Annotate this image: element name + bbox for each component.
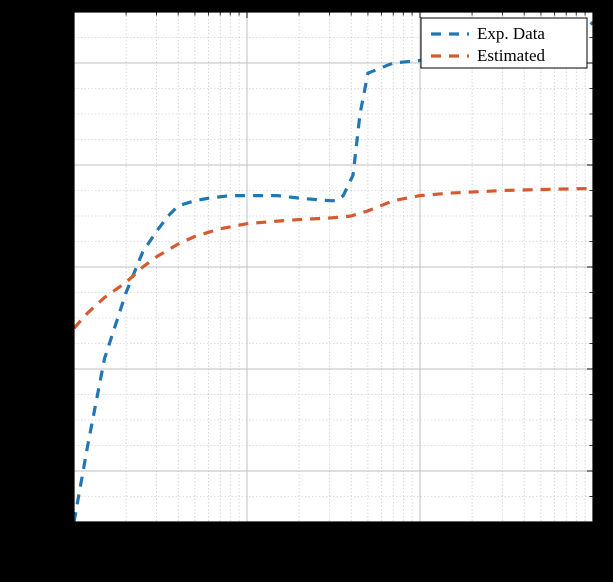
y-axis-label: Phase [°] — [8, 232, 29, 301]
y-tick-label: 40 — [47, 258, 64, 277]
x-tick-label: 104 — [582, 530, 605, 552]
x-tick-label: 101 — [63, 530, 86, 552]
x-tick-label: 103 — [409, 530, 432, 552]
line-chart: 101 102 103 104 0 20 40 60 80 Frequency [Hz] Phase… — [0, 0, 613, 582]
legend-label: Estimated — [477, 46, 545, 65]
x-tick-label: 102 — [236, 530, 259, 552]
y-tick-label: 80 — [47, 54, 64, 73]
y-tick-label: 0 — [56, 462, 65, 481]
y-tick-label: 20 — [47, 360, 64, 379]
legend-label: Exp. Data — [477, 24, 545, 43]
x-axis-label: Frequency [Hz] — [274, 552, 394, 573]
y-tick-label: 60 — [47, 156, 64, 175]
chart-container: 101 102 103 104 0 20 40 60 80 Frequency [Hz] Phase… — [0, 0, 613, 582]
